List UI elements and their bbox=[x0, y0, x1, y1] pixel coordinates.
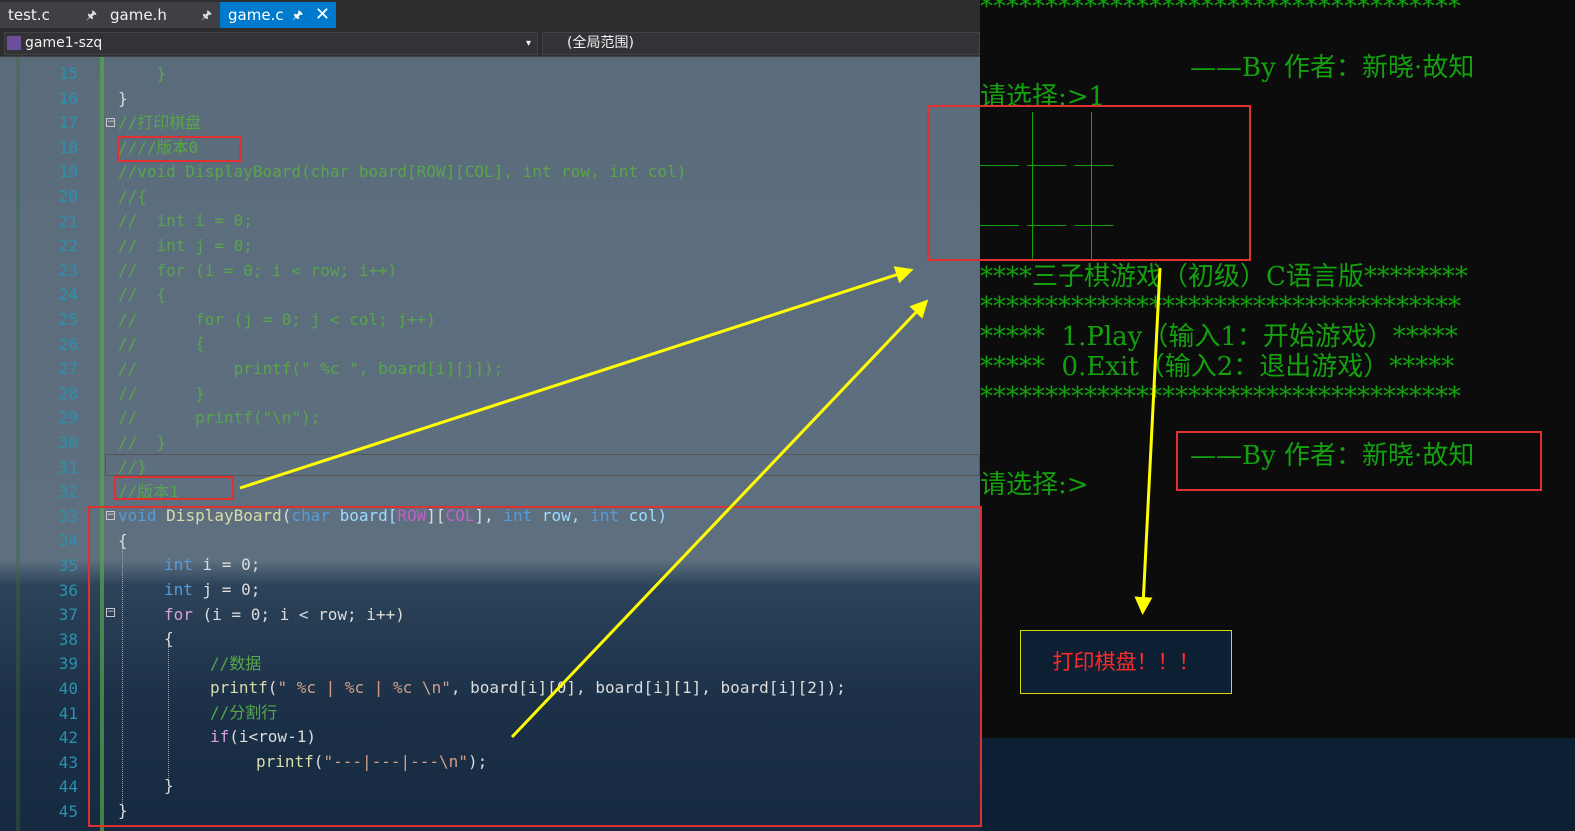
arrow-line bbox=[1134, 267, 1162, 615]
arrow-line bbox=[510, 299, 929, 739]
annotation-note: 打印棋盘！！！ bbox=[1020, 630, 1232, 694]
arrow-line bbox=[239, 266, 914, 490]
annotation-arrows bbox=[239, 266, 1162, 739]
